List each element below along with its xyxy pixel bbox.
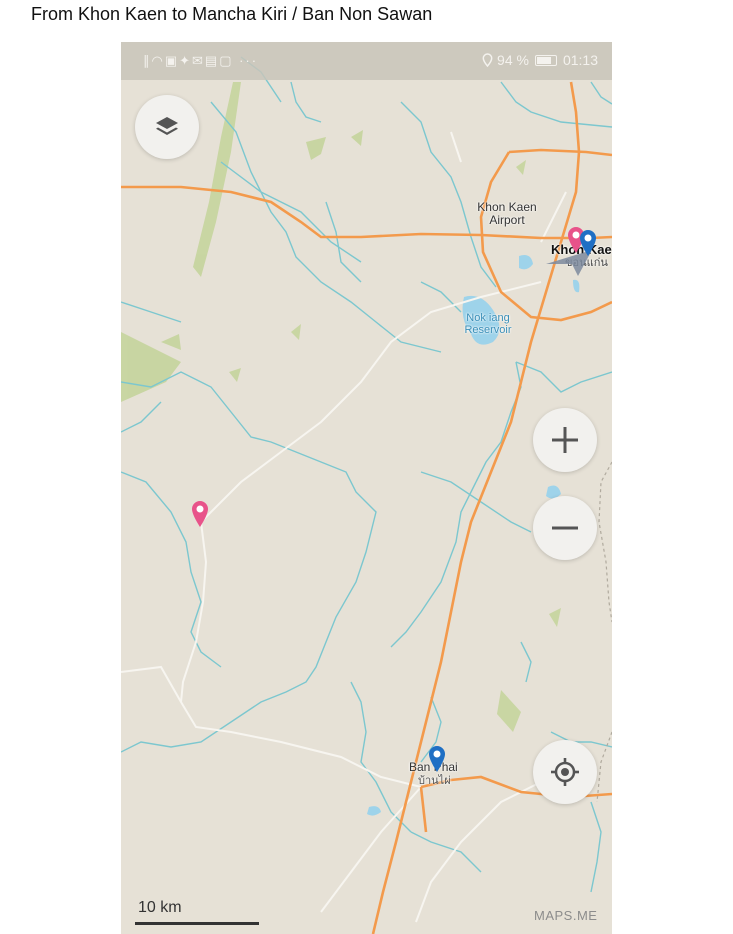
my-location-button[interactable] (533, 740, 597, 804)
label-ban-phai-thai: บ้านไผ่ (418, 775, 451, 787)
label-khon-kaen-airport: Khon Kaen Airport (477, 200, 537, 227)
clock: 01:13 (562, 52, 598, 68)
scale-bar (135, 922, 259, 925)
pin-blue-khon-kaen-icon[interactable] (579, 229, 597, 257)
phone-screen: ∥◠▣✦✉▤▢ ··· 94 % 01:13 Khon Kaen Airport… (121, 42, 612, 934)
location-icon (482, 53, 493, 67)
label-nok-iang-reservoir: Nok iang Reservoir (464, 312, 512, 336)
pin-pink-destination-icon[interactable] (191, 500, 209, 528)
zoom-out-button[interactable] (533, 496, 597, 560)
status-right: 94 % 01:13 (482, 52, 598, 68)
minus-icon (552, 526, 578, 530)
scale-label: 10 km (138, 899, 182, 916)
status-icons: ∥◠▣✦✉▤▢ ··· (143, 53, 259, 68)
status-bar: ∥◠▣✦✉▤▢ ··· 94 % 01:13 (121, 42, 612, 80)
map-canvas[interactable] (121, 42, 612, 934)
map-attribution: MAPS.ME (534, 908, 598, 923)
zoom-in-button[interactable] (533, 408, 597, 472)
locate-icon (551, 758, 579, 786)
layers-button[interactable] (135, 95, 199, 159)
battery-percent: 94 % (497, 52, 529, 68)
battery-icon (534, 54, 557, 66)
layers-icon (156, 117, 178, 135)
pin-blue-ban-phai-icon[interactable] (428, 745, 446, 773)
plus-icon (552, 427, 578, 453)
page-title: From Khon Kaen to Mancha Kiri / Ban Non … (31, 4, 433, 24)
